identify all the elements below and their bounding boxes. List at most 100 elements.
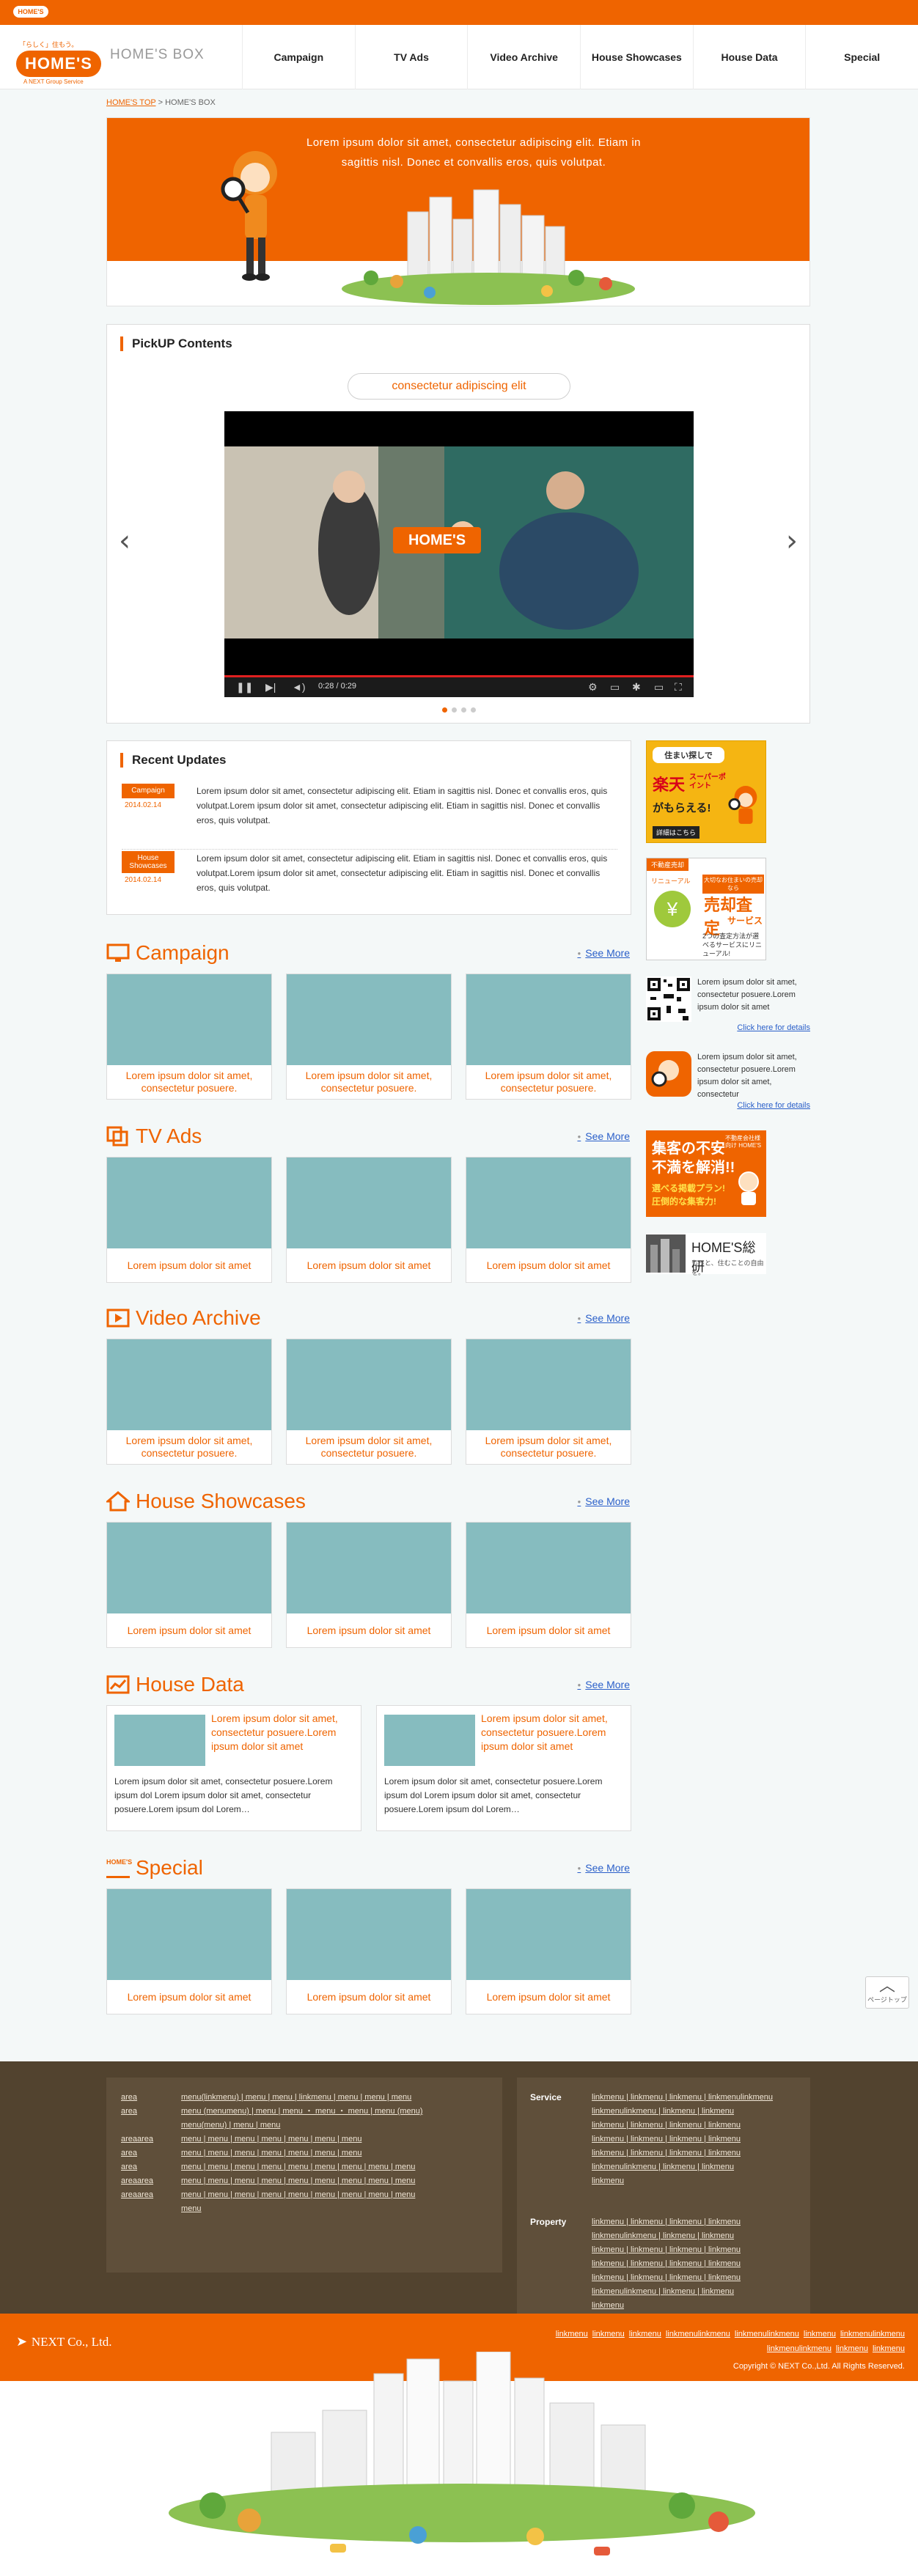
- footer-menu-links[interactable]: menu | menu | menu | menu | menu | menu …: [181, 2188, 474, 2202]
- corporate-link[interactable]: linkmenulinkmenu: [666, 2330, 730, 2338]
- corporate-link[interactable]: linkmenu: [836, 2344, 868, 2353]
- carousel-next-button[interactable]: ›: [786, 526, 798, 556]
- city-illustration: [342, 189, 635, 305]
- video-archive-see-more-link[interactable]: See More: [577, 1312, 630, 1324]
- tv-ads-see-more-link[interactable]: See More: [577, 1130, 630, 1142]
- homes-research-banner[interactable]: HOME'S総研 もっと、住むことの自由を。: [646, 1233, 766, 1276]
- skip-icon[interactable]: ▶|: [265, 681, 276, 693]
- footer-menu-links[interactable]: menu | menu | menu | menu | menu | menu …: [181, 2132, 474, 2146]
- mini-logo[interactable]: HOME'S: [13, 6, 48, 18]
- corporate-link[interactable]: linkmenulinkmenu: [840, 2330, 905, 2338]
- nav-house-showcases[interactable]: House Showcases: [580, 25, 693, 89]
- campaign-see-more-link[interactable]: See More: [577, 947, 630, 959]
- footer-area-label[interactable]: area: [121, 2105, 137, 2119]
- special-see-more-link[interactable]: See More: [577, 1862, 630, 1874]
- corporate-link[interactable]: linkmenu: [804, 2330, 836, 2338]
- campaign-card[interactable]: Lorem ipsum dolor sit amet, consectetur …: [466, 974, 631, 1100]
- carousel-prev-button[interactable]: ‹: [119, 526, 131, 556]
- footer-menu-links[interactable]: menu: [181, 2202, 474, 2216]
- tv-ad-card[interactable]: Lorem ipsum dolor sit amet: [106, 1157, 272, 1283]
- footer-menu-links[interactable]: menu(menu) | menu | menu: [181, 2119, 474, 2132]
- footer-menu-links[interactable]: linkmenu | linkmenu | linkmenu | linkmen…: [592, 2146, 885, 2160]
- corporate-link[interactable]: linkmenu: [873, 2344, 905, 2353]
- footer-area-label[interactable]: area: [121, 2091, 137, 2105]
- footer-menu-links[interactable]: menu(linkmenu) | menu | menu | linkmenu …: [181, 2091, 474, 2105]
- pause-icon[interactable]: ❚❚: [236, 681, 253, 693]
- carousel-dot[interactable]: [471, 707, 476, 713]
- footer-menu-links[interactable]: linkmenu | linkmenu | linkmenu | linkmen…: [592, 2119, 885, 2132]
- showcase-card[interactable]: Lorem ipsum dolor sit amet: [466, 1522, 631, 1648]
- site-logo[interactable]: 「らしく」住もう。 HOME'S A NEXT Group Service: [16, 40, 104, 85]
- house-data-card[interactable]: Lorem ipsum dolor sit amet, consectetur …: [376, 1705, 631, 1831]
- video-card[interactable]: Lorem ipsum dolor sit amet, consectetur …: [106, 1339, 272, 1465]
- footer-menu-links[interactable]: menu | menu | menu | menu | menu | menu …: [181, 2174, 474, 2188]
- special-card[interactable]: Lorem ipsum dolor sit amet: [106, 1888, 272, 2014]
- carousel-dot[interactable]: [442, 707, 447, 713]
- special-card[interactable]: Lorem ipsum dolor sit amet: [466, 1888, 631, 2014]
- volume-icon[interactable]: ◄): [292, 681, 306, 693]
- promo-details-link[interactable]: Click here for details: [737, 1101, 810, 1110]
- footer-area-label[interactable]: area: [121, 2146, 137, 2160]
- campaign-card[interactable]: Lorem ipsum dolor sit amet, consectetur …: [286, 974, 452, 1100]
- carousel-dot[interactable]: [452, 707, 457, 713]
- breadcrumb-top-link[interactable]: HOME'S TOP: [106, 98, 156, 107]
- page-top-button[interactable]: ︿ ページトップ: [865, 1976, 909, 2009]
- update-item[interactable]: Campaign 2014.02.14 Lorem ipsum dolor si…: [122, 784, 617, 850]
- gear-icon[interactable]: ✱: [632, 681, 641, 693]
- tv-ad-card[interactable]: Lorem ipsum dolor sit amet: [466, 1157, 631, 1283]
- corporate-link[interactable]: linkmenu: [629, 2330, 661, 2338]
- special-card[interactable]: Lorem ipsum dolor sit amet: [286, 1888, 452, 2014]
- corporate-link[interactable]: linkmenulinkmenu: [767, 2344, 831, 2353]
- nav-campaign[interactable]: Campaign: [242, 25, 355, 89]
- showcase-card[interactable]: Lorem ipsum dolor sit amet: [106, 1522, 272, 1648]
- house-data-card[interactable]: Lorem ipsum dolor sit amet, consectetur …: [106, 1705, 361, 1831]
- captions-icon[interactable]: ▭: [610, 681, 620, 693]
- settings-icon[interactable]: ⚙: [588, 681, 598, 693]
- house-showcases-see-more-link[interactable]: See More: [577, 1495, 630, 1507]
- footer-menu-links[interactable]: linkmenu | linkmenu | linkmenu | linkmen…: [592, 2132, 885, 2146]
- nav-video-archive[interactable]: Video Archive: [467, 25, 580, 89]
- rakuten-point-banner[interactable]: 住まい探しで 楽天 スーパーポイント がもらえる! 詳細はこちら: [646, 740, 766, 843]
- nav-special[interactable]: Special: [805, 25, 918, 89]
- video-card[interactable]: Lorem ipsum dolor sit amet, consectetur …: [286, 1339, 452, 1465]
- corporate-link[interactable]: linkmenu: [556, 2330, 588, 2338]
- footer-area-label[interactable]: areaarea: [121, 2188, 153, 2202]
- fullscreen-icon[interactable]: ⛶: [675, 681, 682, 693]
- corporate-link[interactable]: linkmenu: [592, 2330, 625, 2338]
- footer-menu-links[interactable]: linkmenulinkmenu | linkmenu | linkmenu: [592, 2229, 885, 2243]
- house-data-see-more-link[interactable]: See More: [577, 1679, 630, 1690]
- footer-menu-links[interactable]: linkmenu: [592, 2174, 885, 2188]
- footer-menu-links[interactable]: linkmenu | linkmenu | linkmenu | linkmen…: [592, 2257, 885, 2271]
- footer-menu-links[interactable]: linkmenulinkmenu | linkmenu | linkmenu: [592, 2285, 885, 2299]
- footer-menu-links[interactable]: linkmenulinkmenu | linkmenu | linkmenu: [592, 2160, 885, 2174]
- tv-ad-card[interactable]: Lorem ipsum dolor sit amet: [286, 1157, 452, 1283]
- theater-icon[interactable]: ▭: [654, 681, 664, 693]
- update-item[interactable]: House Showcases 2014.02.14 Lorem ipsum d…: [122, 851, 617, 917]
- promo-details-link[interactable]: Click here for details: [737, 1023, 810, 1032]
- corporate-logo[interactable]: ➤ NEXT Co., Ltd.: [16, 2334, 112, 2349]
- showcase-card[interactable]: Lorem ipsum dolor sit amet: [286, 1522, 452, 1648]
- footer-area-label[interactable]: areaarea: [121, 2174, 153, 2188]
- footer-menu-links[interactable]: menu | menu | menu | menu | menu | menu …: [181, 2146, 474, 2160]
- nav-house-data[interactable]: House Data: [692, 25, 806, 89]
- footer-menu-links[interactable]: menu (menumenu) | menu | menu ・ menu ・ m…: [181, 2105, 474, 2119]
- footer-menu-links[interactable]: linkmenu | linkmenu | linkmenu | linkmen…: [592, 2091, 885, 2105]
- footer-area-label[interactable]: area: [121, 2160, 137, 2174]
- footer-menu-links[interactable]: linkmenu | linkmenu | linkmenu | linkmen…: [592, 2271, 885, 2285]
- sale-assessment-banner[interactable]: 不動産売却 リニューアル 大切なお住まいの売却なら ¥ 売却査定 サービス 2つ…: [646, 858, 766, 960]
- footer-menu-links[interactable]: linkmenu | linkmenu | linkmenu | linkmen…: [592, 2243, 885, 2257]
- footer-area-label[interactable]: areaarea: [121, 2132, 153, 2146]
- video-card[interactable]: Lorem ipsum dolor sit amet, consectetur …: [466, 1339, 631, 1465]
- footer-menu-links[interactable]: linkmenu: [592, 2299, 885, 2313]
- corporate-link[interactable]: linkmenulinkmenu: [735, 2330, 799, 2338]
- footer-menu-links[interactable]: menu | menu | menu | menu | menu | menu …: [181, 2160, 474, 2174]
- campaign-card[interactable]: Lorem ipsum dolor sit amet, consectetur …: [106, 974, 272, 1100]
- footer-menu-links[interactable]: linkmenu | linkmenu | linkmenu | linkmen…: [592, 2215, 885, 2229]
- video-player[interactable]: HOME'S ❚❚ ▶| ◄) 0:28 / 0:29 ⚙ ▭ ✱ ▭ ⛶: [224, 411, 694, 697]
- agent-recruit-banner[interactable]: 集客の不安 不満を解消!! 不動産会社様向け HOME'S 選べる掲載プラン! …: [646, 1130, 766, 1217]
- pickup-pill[interactable]: consectetur adipiscing elit: [348, 373, 570, 400]
- carousel-dot[interactable]: [461, 707, 466, 713]
- nav-tv-ads[interactable]: TV Ads: [354, 25, 468, 89]
- footer-menu-links[interactable]: linkmenulinkmenu | linkmenu | linkmenu: [592, 2105, 885, 2119]
- qr-promo: Lorem ipsum dolor sit amet, consectetur …: [646, 976, 810, 1050]
